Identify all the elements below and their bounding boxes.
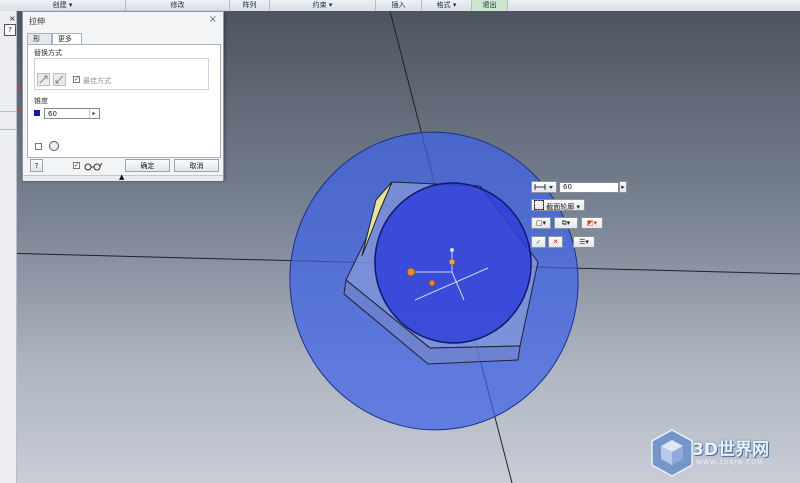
browser-help-icon[interactable]: ? xyxy=(4,24,16,36)
direction-dropdown[interactable]: ◩▾ xyxy=(581,217,603,229)
solution-arrow-icon xyxy=(55,75,64,84)
apply-check-button[interactable]: ✓ xyxy=(531,236,546,248)
extrude-dialog: 拉伸 × 形状 更多 替换方式 ✓ 最佳方式 锥度 60 ▸ ? ✓ 确定 取消 xyxy=(22,11,224,181)
taper-input[interactable]: 60 ▸ xyxy=(44,108,100,119)
manipulator-handle-left xyxy=(406,267,416,277)
preview-checkbox[interactable]: ✓ xyxy=(73,162,80,169)
close-icon: ✕ xyxy=(552,238,559,246)
dialog-footer: ? ✓ 确定 取消 xyxy=(27,159,219,173)
taper-color-swatch xyxy=(34,110,40,116)
manipulator-handle-mid xyxy=(428,279,436,287)
ribbon-tab-pattern[interactable]: 阵列 xyxy=(230,0,270,11)
options-menu-button[interactable]: ☰▾ xyxy=(573,236,595,248)
ok-button[interactable]: 确定 xyxy=(125,159,170,172)
match-shape-icon[interactable] xyxy=(49,141,59,151)
ribbon-tab-insert[interactable]: 插入 xyxy=(376,0,422,11)
optimized-checkbox-label: 最佳方式 xyxy=(83,77,111,85)
browser-divider xyxy=(0,111,16,112)
help-button[interactable]: ? xyxy=(30,159,43,172)
check-icon: ✓ xyxy=(535,238,542,246)
alt-solution-button-1[interactable] xyxy=(37,73,50,86)
join-icon: ⧉▾ xyxy=(561,219,571,227)
dialog-close-icon[interactable]: × xyxy=(209,14,217,25)
list-icon: ☰▾ xyxy=(579,238,589,246)
dialog-title: 拉伸 xyxy=(29,17,45,26)
dialog-body: 替换方式 ✓ 最佳方式 锥度 60 ▸ xyxy=(27,44,221,158)
taper-value: 60 xyxy=(48,110,57,118)
ribbon-tab-exit[interactable]: 退出 xyxy=(472,0,508,11)
distance-input[interactable]: 60 xyxy=(559,182,619,193)
section-profile-icon xyxy=(534,200,544,210)
manipulator-handle-center xyxy=(448,258,456,266)
output-solid-dropdown[interactable]: ▢▾ xyxy=(531,217,551,229)
watermark-brand: 3D世界网 xyxy=(692,440,769,460)
glasses-icon xyxy=(84,162,103,171)
expand-triangle-icon[interactable]: ▲ xyxy=(119,173,124,181)
watermark-logo: 3D世界网 WWW.3DSJW.COM xyxy=(650,428,800,480)
solid-icon: ▢▾ xyxy=(535,219,547,227)
dialog-expand-bar[interactable]: ▲ xyxy=(23,173,223,181)
dropdown-arrow-icon: ▾ xyxy=(576,203,580,211)
taper-label: 锥度 xyxy=(34,97,48,105)
model-browser-strip: × ? xyxy=(0,11,17,483)
cube-logo-icon xyxy=(651,429,693,477)
taper-dropdown-arrow-icon[interactable]: ▸ xyxy=(89,109,98,118)
distance-arrow-icon[interactable]: ▸ xyxy=(619,181,627,193)
distance-icon xyxy=(534,184,553,190)
browser-close-icon[interactable]: × xyxy=(9,14,16,23)
section-profile-label: 截面轮廓 xyxy=(546,203,575,211)
alt-solution-label: 替换方式 xyxy=(34,49,62,57)
optimized-checkbox[interactable]: ✓ xyxy=(73,76,80,83)
ribbon-tab-modify[interactable]: 修改 xyxy=(126,0,230,11)
watermark-url: WWW.3DSJW.COM xyxy=(696,459,764,466)
alt-solution-button-2[interactable] xyxy=(53,73,66,86)
direction-icon: ◩▾ xyxy=(586,219,598,227)
manipulator-handle-top xyxy=(450,248,454,252)
cancel-x-button[interactable]: ✕ xyxy=(548,236,563,248)
ribbon-tab-constrain[interactable]: 约束 ▾ xyxy=(270,0,376,11)
section-profile-button[interactable]: 截面轮廓 ▾ xyxy=(531,199,585,211)
browser-divider xyxy=(0,129,16,130)
match-shape-checkbox[interactable] xyxy=(35,143,42,150)
ribbon-tab-create[interactable]: 创建 ▾ xyxy=(0,0,126,11)
cancel-button[interactable]: 取消 xyxy=(174,159,219,172)
tab-more[interactable]: 更多 xyxy=(52,33,82,44)
distance-mode-dropdown[interactable] xyxy=(531,181,557,193)
boolean-op-dropdown[interactable]: ⧉▾ xyxy=(554,217,578,229)
tab-shape[interactable]: 形状 xyxy=(27,33,52,54)
solution-arrow-icon xyxy=(39,75,48,84)
ribbon-tab-format[interactable]: 格式 ▾ xyxy=(422,0,472,11)
